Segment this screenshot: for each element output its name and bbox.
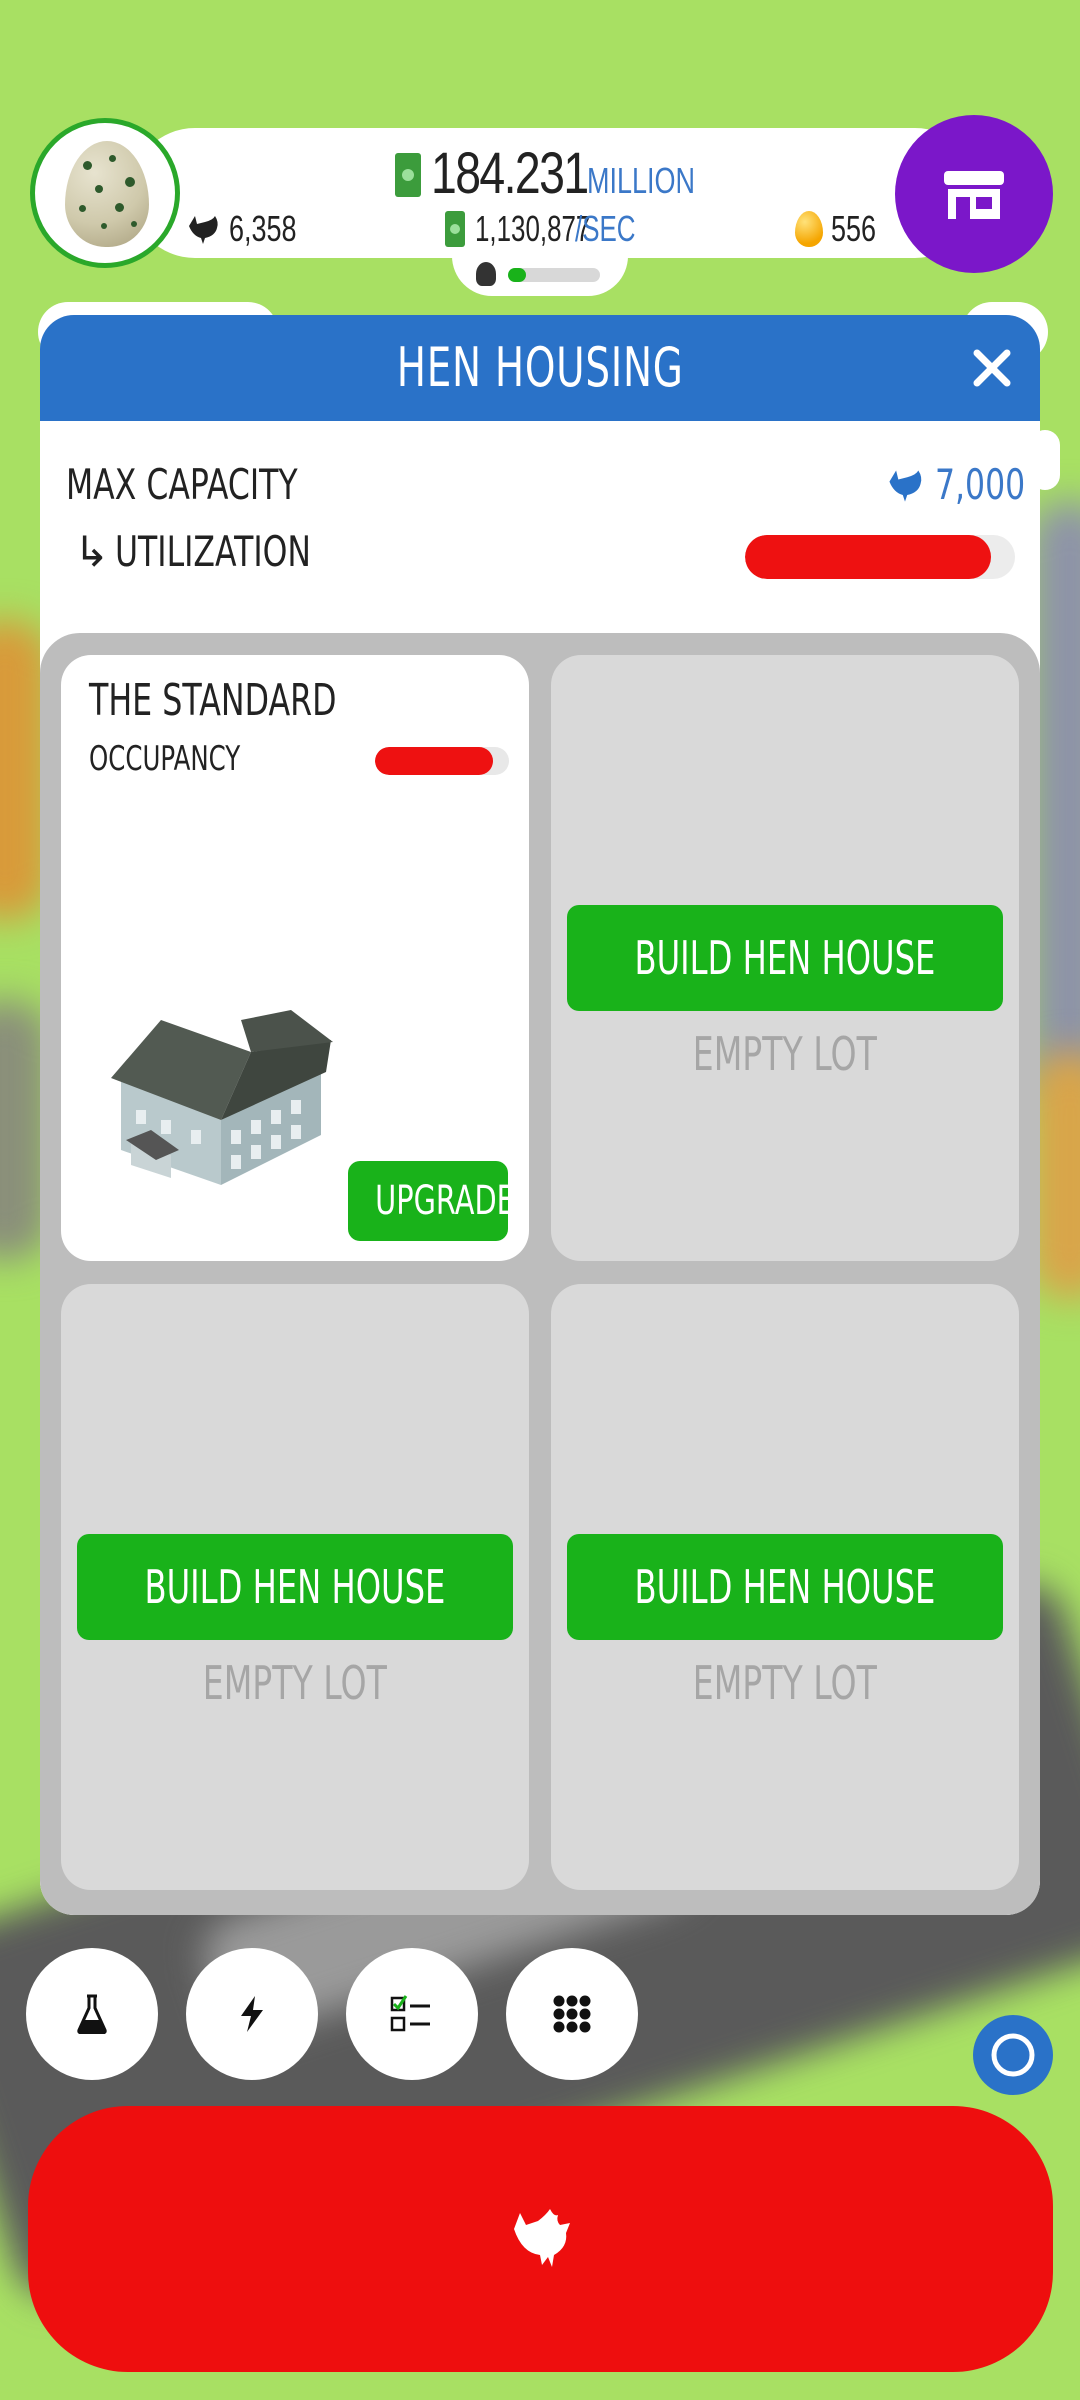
utilization-bar [745,535,1015,579]
hen-count: 6,358 [185,208,319,250]
current-egg-badge[interactable] [30,118,180,268]
research-icon [77,1994,107,2034]
occupancy-bar [375,747,509,775]
progress-fill [508,268,527,282]
menu-grid-icon [553,1995,591,2033]
upgrade-button[interactable]: UPGRADE [348,1161,515,1241]
close-button[interactable] [965,341,1019,395]
build-hen-house-button[interactable]: BUILD HEN HOUSE [567,1534,1003,1640]
max-capacity-value: 7,000 [885,460,1040,509]
lot-title: THE STANDARD [89,675,337,726]
ring-icon [991,2033,1035,2077]
cash-icon [395,153,421,197]
panel-title: HEN HOUSING [396,336,684,399]
shop-button[interactable] [895,115,1053,273]
close-icon [973,349,1011,387]
rate-value: 1,130,877 [475,208,591,249]
earning-rate: 1,130,877 /SEC [445,208,659,250]
rate-unit: /SEC [575,208,636,249]
cash-icon [445,211,465,247]
chick-icon [476,262,496,286]
utilization-fill [745,535,991,579]
empty-lot-label: EMPTY LOT [692,1027,878,1081]
golden-egg-value: 556 [831,208,877,249]
progress-track [508,268,600,282]
money-display: 184.231 MILLION [395,140,731,210]
missions-icon [390,1995,430,2032]
occupancy-fill [375,747,493,775]
ring-button[interactable] [973,2015,1053,2095]
golden-egg-icon [795,211,823,247]
menu-button[interactable] [506,1948,638,2080]
build-hen-house-button[interactable]: BUILD HEN HOUSE [567,905,1003,1011]
golden-egg-count[interactable]: 556 [795,208,891,250]
utilization-label: ↳ UTILIZATION [74,527,312,576]
money-unit: MILLION [586,160,695,201]
hen-count-value: 6,358 [229,208,297,249]
research-button[interactable] [26,1948,158,2080]
hen-housing-panel: HEN HOUSING MAX CAPACITY 7,000 ↳ UTILIZA… [40,315,1040,1915]
build-hen-house-button[interactable]: BUILD HEN HOUSE [77,1534,513,1640]
occupancy-label: OCCUPANCY [89,739,241,779]
chicken-icon [889,470,922,502]
drone-progress-tab [452,250,628,296]
hatch-chicken-button[interactable] [28,2106,1053,2372]
shop-icon [944,171,1004,219]
chicken-icon [189,216,218,244]
lots-grid: THE STANDARD OCCUPANCY UPGRADE BUILD HEN… [40,633,1040,1915]
empty-lot-card: BUILD HEN HOUSE EMPTY LOT [551,1284,1019,1890]
max-capacity-label: MAX CAPACITY [66,460,298,509]
empty-lot-card: BUILD HEN HOUSE EMPTY LOT [61,1284,529,1890]
boost-button[interactable] [186,1948,318,2080]
egg-icon [65,141,149,247]
lot-card-standard: THE STANDARD OCCUPANCY UPGRADE [61,655,529,1261]
sub-arrow-icon: ↳ [74,527,110,576]
house-image [111,1010,333,1185]
empty-lot-label: EMPTY LOT [202,1656,388,1710]
empty-lot-card: BUILD HEN HOUSE EMPTY LOT [551,655,1019,1261]
boost-icon [241,1996,263,2032]
money-value: 184.231 [431,141,589,206]
missions-button[interactable] [346,1948,478,2080]
chicken-icon [513,2209,570,2267]
empty-lot-label: EMPTY LOT [692,1656,878,1710]
